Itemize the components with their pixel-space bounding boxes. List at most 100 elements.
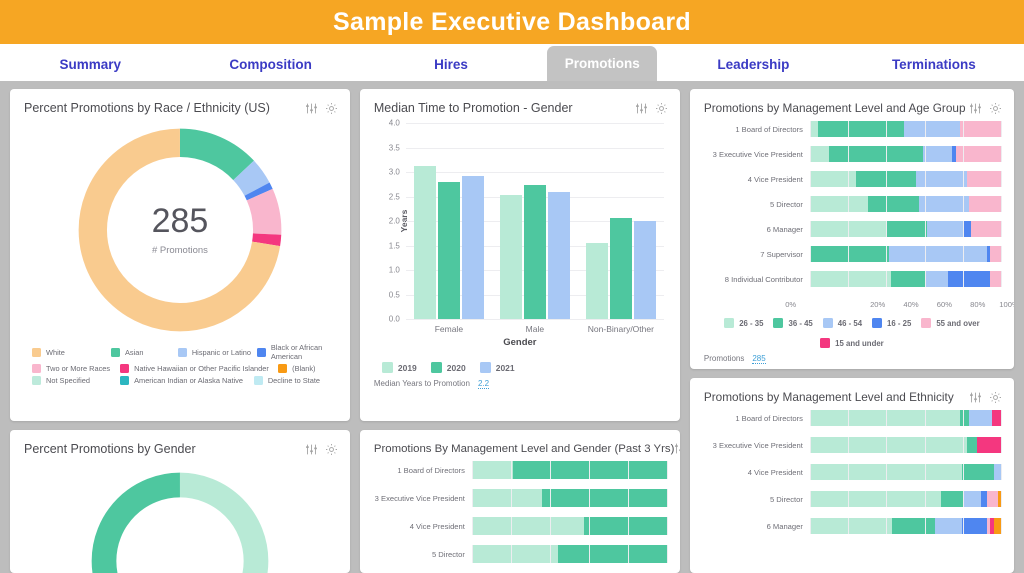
tab-terminations[interactable]: Terminations bbox=[844, 57, 1024, 82]
bar-segment-36-45[interactable] bbox=[855, 171, 916, 187]
bar-segment-asian[interactable] bbox=[967, 437, 977, 454]
bar-segment-26-35[interactable] bbox=[809, 146, 830, 162]
tab-hires[interactable]: Hires bbox=[361, 57, 541, 82]
bar-2020[interactable] bbox=[523, 184, 546, 319]
bar-segment-16-25[interactable] bbox=[963, 221, 972, 237]
gear-icon[interactable] bbox=[325, 102, 338, 115]
bar-segment-46-54[interactable] bbox=[904, 121, 960, 137]
legend-item-55-and-over[interactable]: 55 and over bbox=[921, 318, 980, 328]
bar-segment-male[interactable] bbox=[583, 517, 668, 536]
footnote-value[interactable]: 285 bbox=[752, 354, 766, 364]
filter-sliders-icon[interactable] bbox=[969, 391, 982, 404]
bar-segment-black-or-african-american[interactable] bbox=[961, 518, 987, 535]
legend-item-2021[interactable]: 2021 bbox=[479, 362, 515, 373]
bar-segment-36-45[interactable] bbox=[829, 146, 924, 162]
legend-item-american-indian[interactable]: American Indian or Alaska Native bbox=[120, 376, 254, 385]
filter-sliders-icon[interactable] bbox=[674, 442, 680, 455]
bar-segment-26-35[interactable] bbox=[809, 196, 868, 212]
bar-segment-36-45[interactable] bbox=[809, 246, 889, 262]
legend-item-white[interactable]: White bbox=[32, 347, 111, 357]
legend-item-two-or-more[interactable]: Two or More Races bbox=[32, 364, 120, 373]
bar-segment-55-and-over[interactable] bbox=[955, 146, 1002, 162]
bar-segment-36-45[interactable] bbox=[886, 221, 928, 237]
bar-segment-white[interactable] bbox=[809, 437, 968, 454]
bar-segment-26-35[interactable] bbox=[809, 121, 818, 137]
bar-segment-46-54[interactable] bbox=[923, 146, 953, 162]
bar-segment-white[interactable] bbox=[809, 518, 893, 535]
legend-item-not-specified[interactable]: Not Specified bbox=[32, 376, 120, 385]
bar-segment-55-and-over[interactable] bbox=[959, 121, 1002, 137]
legend-item-decline-to-state[interactable]: Decline to State bbox=[253, 376, 336, 385]
filter-sliders-icon[interactable] bbox=[305, 102, 318, 115]
bar-segment-two-or-more-races[interactable] bbox=[986, 491, 999, 508]
bar-2019[interactable] bbox=[499, 194, 522, 319]
bar-segment-46-54[interactable] bbox=[919, 196, 970, 212]
bar-2019[interactable] bbox=[413, 166, 436, 319]
bar-segment-female[interactable] bbox=[471, 461, 514, 480]
bar-segment-white[interactable] bbox=[809, 491, 941, 508]
bar-segment-46-54[interactable] bbox=[925, 271, 949, 287]
bar-segment--blank-[interactable] bbox=[998, 491, 1002, 508]
bar-segment-female[interactable] bbox=[471, 489, 543, 508]
bar-segment-asian[interactable] bbox=[892, 518, 935, 535]
bar-segment-hispanic-or-latino[interactable] bbox=[994, 464, 1002, 481]
footnote-value[interactable]: 2.2 bbox=[477, 379, 490, 389]
bar-2020[interactable] bbox=[609, 218, 632, 319]
bar-segment-female[interactable] bbox=[471, 545, 559, 564]
bar-segment-26-35[interactable] bbox=[809, 271, 891, 287]
bar-2020[interactable] bbox=[437, 181, 460, 319]
legend-item-36-45[interactable]: 36 - 45 bbox=[773, 318, 813, 328]
bar-segment-46-54[interactable] bbox=[915, 171, 968, 187]
tab-summary[interactable]: Summary bbox=[0, 57, 180, 82]
legend-item-black[interactable]: Black or African American bbox=[256, 343, 336, 361]
bar-segment-native-hawaiian-or-other-pacific-islander[interactable] bbox=[992, 410, 1002, 427]
bar-segment--blank-[interactable] bbox=[994, 518, 1002, 535]
bar-segment-male[interactable] bbox=[542, 489, 668, 508]
gear-icon[interactable] bbox=[325, 443, 338, 456]
legend-item-16-25[interactable]: 16 - 25 bbox=[872, 318, 911, 328]
bar-segment-55-and-over[interactable] bbox=[990, 271, 1002, 287]
bar-segment-55-and-over[interactable] bbox=[967, 171, 1002, 187]
bar-2019[interactable] bbox=[585, 242, 608, 319]
bar-segment-26-35[interactable] bbox=[809, 221, 887, 237]
legend-item-46-54[interactable]: 46 - 54 bbox=[822, 318, 862, 328]
legend-item-blank[interactable]: (Blank) bbox=[278, 364, 336, 373]
bar-segment-36-45[interactable] bbox=[867, 196, 920, 212]
bar-segment-hispanic-or-latino[interactable] bbox=[969, 410, 993, 427]
bar-segment-55-and-over[interactable] bbox=[971, 221, 1002, 237]
bar-segment-hispanic-or-latino[interactable] bbox=[934, 518, 962, 535]
bar-segment-female[interactable] bbox=[471, 517, 584, 536]
bar-segment-36-45[interactable] bbox=[890, 271, 926, 287]
legend-item-2020[interactable]: 2020 bbox=[430, 362, 466, 373]
bar-2021[interactable] bbox=[461, 175, 484, 319]
bar-segment-55-and-over[interactable] bbox=[969, 196, 1002, 212]
tab-promotions[interactable]: Promotions bbox=[547, 45, 658, 81]
filter-sliders-icon[interactable] bbox=[969, 102, 982, 115]
bar-segment-white[interactable] bbox=[809, 410, 960, 427]
bar-segment-asian[interactable] bbox=[940, 491, 964, 508]
bar-segment-white[interactable] bbox=[809, 464, 962, 481]
legend-item-native-hawaiian[interactable]: Native Hawaiian or Other Pacific Islande… bbox=[120, 364, 278, 373]
bar-2021[interactable] bbox=[633, 221, 656, 319]
legend-item-26-35[interactable]: 26 - 35 bbox=[724, 318, 763, 328]
filter-sliders-icon[interactable] bbox=[305, 443, 318, 456]
legend-item-2019[interactable]: 2019 bbox=[381, 362, 417, 373]
bar-segment-46-54[interactable] bbox=[927, 221, 964, 237]
bar-segment-asian[interactable] bbox=[961, 464, 995, 481]
tab-leadership[interactable]: Leadership bbox=[663, 57, 843, 82]
bar-segment-hispanic-or-latino[interactable] bbox=[963, 491, 981, 508]
bar-segment-16-25[interactable] bbox=[948, 271, 991, 287]
bar-2021[interactable] bbox=[547, 191, 570, 319]
filter-sliders-icon[interactable] bbox=[635, 102, 648, 115]
bar-segment-male[interactable] bbox=[558, 545, 668, 564]
gear-icon[interactable] bbox=[989, 391, 1002, 404]
bar-segment-36-45[interactable] bbox=[817, 121, 904, 137]
bar-segment-55-and-over[interactable] bbox=[990, 246, 1002, 262]
bar-segment-male[interactable] bbox=[513, 461, 668, 480]
gear-icon[interactable] bbox=[655, 102, 668, 115]
tab-composition[interactable]: Composition bbox=[180, 57, 360, 82]
legend-item-asian[interactable]: Asian bbox=[111, 347, 178, 357]
legend-item-15-and-under[interactable]: 15 and under bbox=[820, 338, 884, 348]
bar-segment-46-54[interactable] bbox=[888, 246, 987, 262]
gear-icon[interactable] bbox=[989, 102, 1002, 115]
